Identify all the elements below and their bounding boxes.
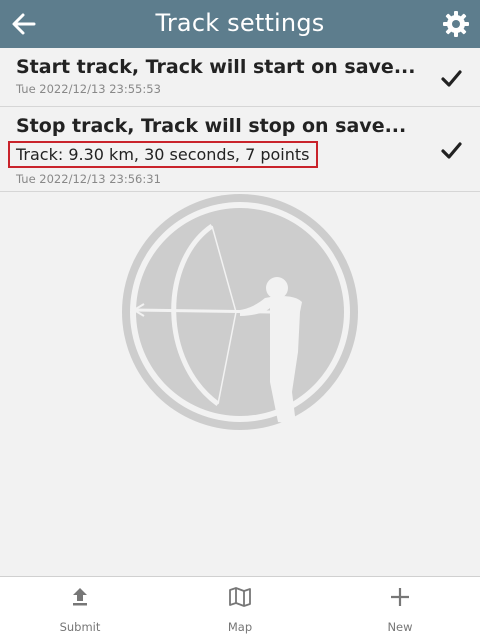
page-title: Track settings <box>155 9 325 37</box>
plus-icon <box>391 588 409 606</box>
entry-timestamp: Tue 2022/12/13 23:56:31 <box>16 172 161 186</box>
list-item[interactable]: Start track, Track will start on save...… <box>0 48 480 107</box>
track-summary-highlighted: Track: 9.30 km, 30 seconds, 7 points <box>8 141 318 168</box>
submit-label: Submit <box>59 620 101 634</box>
map-icon <box>229 587 251 607</box>
entry-title: Start track, Track will start on save... <box>16 56 416 78</box>
entry-timestamp: Tue 2022/12/13 23:55:53 <box>16 82 161 96</box>
upload-icon <box>73 588 87 606</box>
map-label: Map <box>227 620 253 634</box>
list-item[interactable]: Stop track, Track will stop on save... T… <box>0 107 480 192</box>
checkmark-icon <box>441 70 462 87</box>
gear-icon[interactable] <box>442 10 470 38</box>
track-settings-list: Start track, Track will start on save...… <box>0 48 480 192</box>
bottom-navigation-bar: Submit Map New <box>0 576 480 640</box>
entry-title: Stop track, Track will stop on save... <box>16 115 407 137</box>
map-button[interactable]: Map <box>160 577 320 640</box>
submit-button[interactable]: Submit <box>0 577 160 640</box>
top-app-bar: Track settings <box>0 0 480 48</box>
archer-logo-icon <box>122 194 358 430</box>
new-button[interactable]: New <box>320 577 480 640</box>
checkmark-icon <box>441 142 462 159</box>
new-label: New <box>387 620 413 634</box>
